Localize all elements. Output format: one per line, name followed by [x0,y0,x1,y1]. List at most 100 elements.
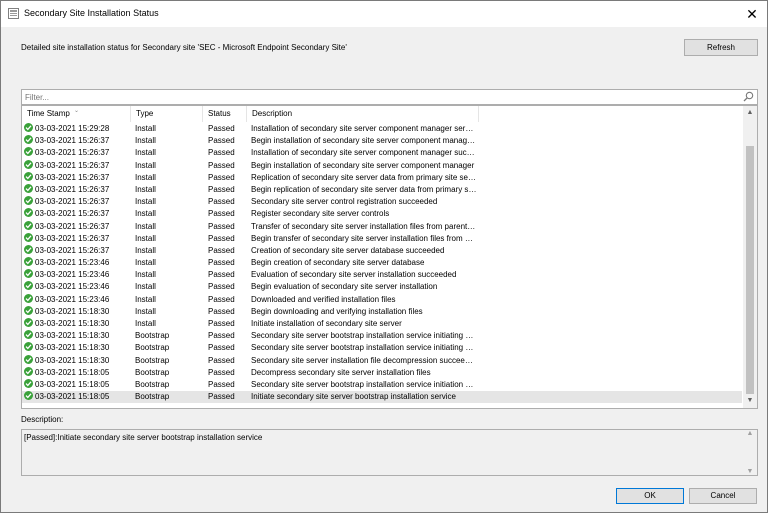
table-row[interactable]: 03-03-2021 15:26:37 Install Passed Secondar… [22,196,742,208]
passed-check-icon [24,269,33,279]
description-box[interactable]: [Passed]:Initiate secondary site server … [21,429,758,476]
scroll-up-icon[interactable]: ▲ [743,106,757,120]
refresh-button[interactable]: Refresh [684,39,758,56]
status-cell: Passed [208,282,235,292]
time-stamp-text: 03-03-2021 15:26:37 [35,221,110,231]
passed-check-icon [24,220,33,230]
status-cell: Passed [208,306,235,316]
scroll-up-icon[interactable]: ▲ [743,430,757,437]
type-cell: Install [135,319,156,328]
table-row[interactable]: 03-03-2021 15:18:05 Bootstrap Passed Decomp… [22,366,742,379]
filter-input[interactable] [25,91,725,103]
table-row[interactable]: 03-03-2021 15:26:37 Install Passed Register… [22,208,742,220]
type-cell: Install [135,172,156,182]
passed-check-icon [24,293,33,303]
search-icon[interactable] [743,91,754,102]
table-row[interactable]: 03-03-2021 15:18:30 Bootstrap Passed Second… [22,342,742,354]
table-row[interactable]: 03-03-2021 15:26:37 Install Passed Begin in… [22,159,742,172]
status-cell: Passed [208,392,235,402]
close-icon[interactable]: ✕ [737,1,767,27]
site-status-heading: Detailed site installation status for Se… [21,43,347,52]
type-cell: Install [135,197,156,207]
description-cell: Transfer of secondary site server instal… [251,221,477,231]
time-stamp-text: 03-03-2021 15:26:37 [35,209,110,219]
passed-check-icon [24,391,33,401]
status-cell: Passed [208,209,235,219]
time-stamp-text: 03-03-2021 15:23:46 [35,270,110,280]
description-cell: Evaluation of secondary site server inst… [251,270,457,280]
description-cell: Decompress secondary site server install… [251,367,431,377]
window-app-icon [8,8,19,19]
column-header-time-stamp[interactable]: Time Stamp ⌄ [22,106,131,122]
time-stamp-text: 03-03-2021 15:18:30 [35,355,110,365]
time-stamp-cell: 03-03-2021 15:23:46 [24,269,130,281]
time-stamp-text: 03-03-2021 15:18:05 [35,392,110,402]
table-row[interactable]: 03-03-2021 15:18:30 Install Passed Initiate… [22,318,742,330]
time-stamp-text: 03-03-2021 15:18:05 [35,379,110,389]
description-cell: Replication of secondary site server dat… [251,172,477,182]
ok-button[interactable]: OK [616,488,684,504]
status-list[interactable]: Time Stamp ⌄ Type Status Description 03-… [21,105,758,409]
type-cell: Install [135,209,156,219]
table-row[interactable]: 03-03-2021 15:23:46 Install Passed Download… [22,293,742,306]
time-stamp-cell: 03-03-2021 15:18:05 [24,378,130,391]
status-cell: Passed [208,367,235,377]
vertical-scrollbar[interactable]: ▲ ▼ [743,106,757,408]
table-row[interactable]: 03-03-2021 15:18:30 Bootstrap Passed Second… [22,354,742,367]
column-header-type[interactable]: Type [131,106,203,122]
description-cell: Initiate installation of secondary site … [251,319,402,328]
status-cell: Passed [208,136,235,146]
table-row[interactable]: 03-03-2021 15:26:37 Install Passed Transfer… [22,220,742,233]
table-row[interactable]: 03-03-2021 15:26:37 Install Passed Begin tr… [22,232,742,245]
time-stamp-cell: 03-03-2021 15:26:37 [24,208,130,220]
status-cell: Passed [208,245,235,255]
time-stamp-cell: 03-03-2021 15:18:30 [24,342,130,354]
column-label: Time Stamp [27,109,70,118]
description-cell: Begin creation of secondary site server … [251,258,425,268]
cancel-button[interactable]: Cancel [689,488,757,504]
table-row[interactable]: 03-03-2021 15:18:30 Bootstrap Passed Second… [22,330,742,342]
time-stamp-cell: 03-03-2021 15:29:28 [24,123,130,135]
passed-check-icon [24,232,33,242]
table-row[interactable]: 03-03-2021 15:29:28 Install Passed Installa… [22,123,742,135]
scroll-down-icon[interactable]: ▼ [743,468,757,475]
table-row[interactable]: 03-03-2021 15:18:05 Bootstrap Passed Second… [22,378,742,391]
description-cell: Register secondary site server controls [251,209,390,219]
time-stamp-cell: 03-03-2021 15:26:37 [24,244,130,257]
scroll-down-icon[interactable]: ▼ [743,394,757,408]
table-row[interactable]: 03-03-2021 15:26:37 Install Passed Replicat… [22,171,742,184]
table-row[interactable]: 03-03-2021 15:18:05 Bootstrap Passed Initia… [22,391,742,404]
time-stamp-cell: 03-03-2021 15:18:05 [24,366,130,379]
description-scrollbar[interactable]: ▲ ▼ [743,430,757,475]
table-row[interactable]: 03-03-2021 15:26:37 Install Passed Begin re… [22,183,742,196]
type-cell: Install [135,258,156,268]
description-cell: Secondary site server installation file … [251,355,477,365]
status-cell: Passed [208,355,235,365]
table-row[interactable]: 03-03-2021 15:23:46 Install Passed Begin cr… [22,257,742,269]
column-header-status[interactable]: Status [203,106,247,122]
passed-check-icon [24,196,33,206]
type-cell: Bootstrap [135,343,170,353]
description-cell: Begin installation of secondary site ser… [251,136,477,146]
time-stamp-text: 03-03-2021 15:26:37 [35,160,110,170]
description-cell: Installation of secondary site server co… [251,148,477,158]
table-row[interactable]: 03-03-2021 15:26:37 Install Passed Creation… [22,244,742,257]
type-cell: Bootstrap [135,331,170,341]
column-header-description[interactable]: Description [247,106,479,122]
table-row[interactable]: 03-03-2021 15:23:46 Install Passed Evaluati… [22,269,742,281]
time-stamp-text: 03-03-2021 15:26:37 [35,172,110,182]
passed-check-icon [24,257,33,267]
passed-check-icon [24,318,33,327]
status-cell: Passed [208,233,235,243]
table-row[interactable]: 03-03-2021 15:26:37 Install Passed Begin in… [22,135,742,147]
status-cell: Passed [208,172,235,182]
time-stamp-text: 03-03-2021 15:18:30 [35,331,110,341]
passed-check-icon [24,159,33,169]
table-row[interactable]: 03-03-2021 15:26:37 Install Passed Installa… [22,147,742,159]
time-stamp-cell: 03-03-2021 15:18:30 [24,305,130,318]
passed-check-icon [24,281,33,291]
scrollbar-thumb[interactable] [746,146,754,394]
table-row[interactable]: 03-03-2021 15:18:30 Install Passed Begin do… [22,305,742,318]
description-cell: Begin evaluation of secondary site serve… [251,282,438,292]
table-row[interactable]: 03-03-2021 15:23:46 Install Passed Begin ev… [22,281,742,293]
